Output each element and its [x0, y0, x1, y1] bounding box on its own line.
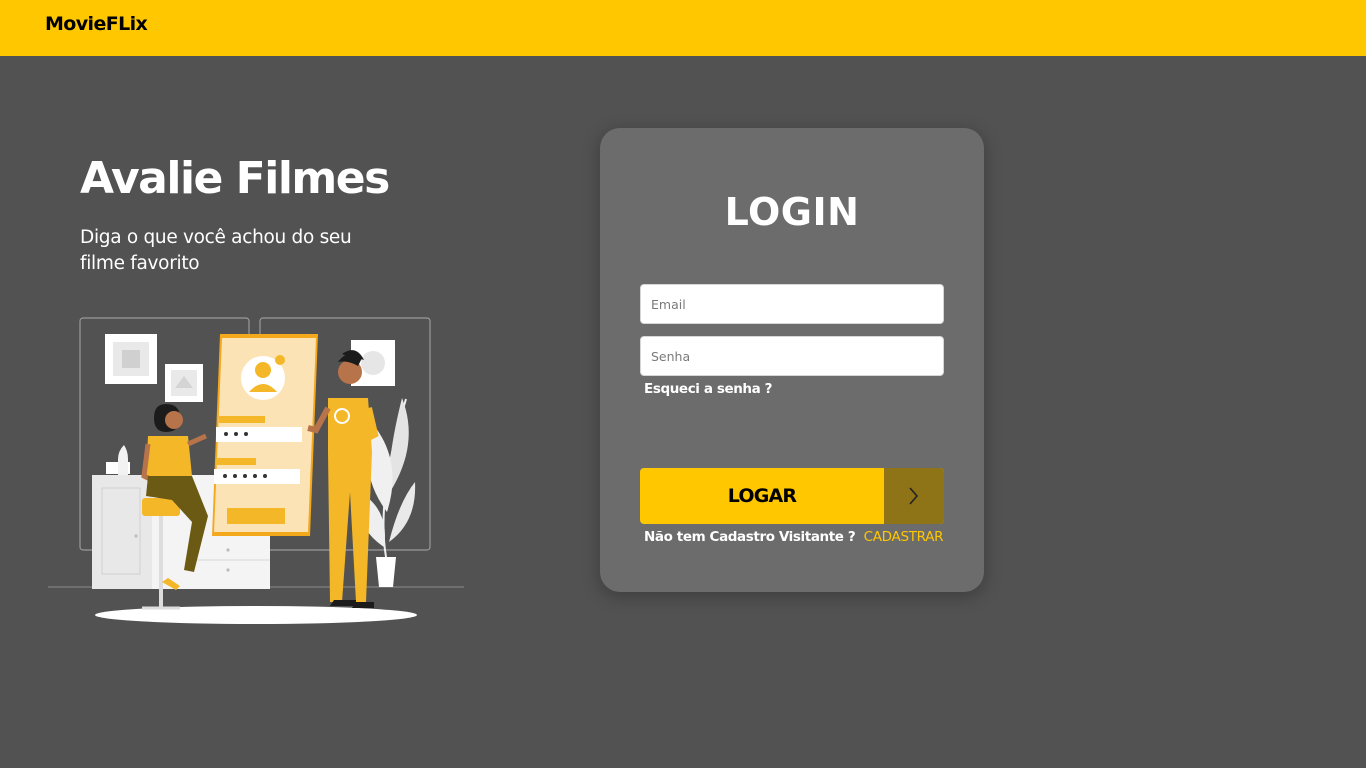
brand-logo-link[interactable]: MovieFLix [45, 13, 148, 35]
hero-title: Avalie Filmes [80, 153, 390, 204]
login-button-label: LOGAR [727, 485, 797, 507]
login-button[interactable]: LOGAR [640, 468, 944, 524]
password-field[interactable] [640, 336, 944, 376]
hero-subtitle: Diga o que você achou do seu filme favor… [80, 227, 352, 274]
top-navbar: MovieFLix [0, 0, 1366, 56]
login-title: LOGIN [724, 190, 860, 234]
email-field[interactable] [640, 284, 944, 324]
signup-prompt-row: Não tem Cadastro Visitante ? CADASTRAR [644, 529, 944, 545]
login-card: LOGIN Esqueci a senha ? LOGAR Não tem Ca… [600, 128, 984, 592]
chevron-right-icon [884, 468, 944, 524]
login-illustration [48, 317, 464, 624]
signup-link[interactable]: CADASTRAR [864, 529, 944, 545]
signup-prompt-text: Não tem Cadastro Visitante ? [644, 529, 856, 545]
forgot-password-link[interactable]: Esqueci a senha ? [644, 381, 772, 397]
